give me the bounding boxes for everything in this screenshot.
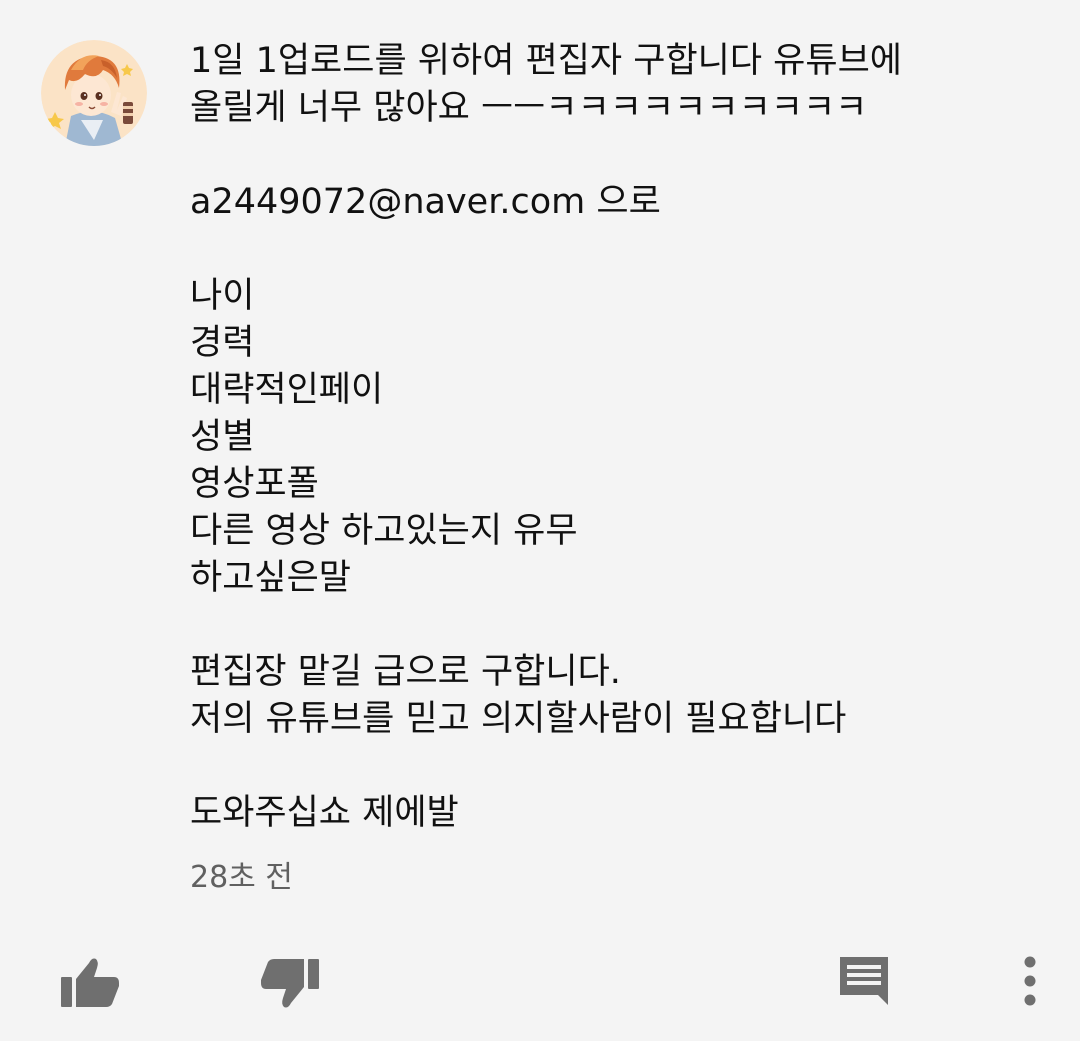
- comment-timestamp: 28초 전: [190, 860, 293, 895]
- comment-line: [190, 602, 1050, 649]
- comment-line: 도와주십쇼 제에발: [190, 793, 459, 833]
- thumb-up-icon: [61, 958, 119, 1007]
- comment-line: 하고싶은말: [190, 558, 352, 598]
- avatar[interactable]: [41, 40, 147, 146]
- more-vertical-icon: [1024, 956, 1036, 1006]
- like-button[interactable]: [52, 948, 128, 1014]
- reply-button[interactable]: [828, 950, 900, 1012]
- comment-line: [190, 226, 1050, 273]
- comment-line: 나이: [190, 276, 255, 316]
- comment-reply-icon: [840, 957, 888, 1005]
- comment-email-line: a2449072@naver.com 으로: [190, 182, 661, 222]
- dislike-button[interactable]: [252, 952, 328, 1018]
- comment-line: [190, 743, 1050, 790]
- comment-line: [190, 132, 1050, 179]
- comment-line: 편집장 맡길 급으로 구합니다.: [190, 652, 621, 692]
- comment-line: 1일 1업로드를 위하여 편집자 구합니다 유튜브에: [190, 41, 902, 81]
- user-avatar-illustration: [41, 40, 147, 146]
- comment-line: 성별: [190, 417, 255, 457]
- comment-line: 올릴게 너무 많아요 ㅡㅡㅋㅋㅋㅋㅋㅋㅋㅋㅋㅋ: [190, 88, 868, 128]
- comment-line: 저의 유튜브를 믿고 의지할사람이 필요합니다: [190, 699, 847, 739]
- comment-line: 경력: [190, 323, 255, 363]
- comment-line: 다른 영상 하고있는지 유무: [190, 511, 578, 551]
- thumb-down-icon: [261, 959, 319, 1008]
- comment-text: 1일 1업로드를 위하여 편집자 구합니다 유튜브에 올릴게 너무 많아요 ㅡㅡ…: [190, 38, 1050, 837]
- more-options-button[interactable]: [1008, 948, 1052, 1014]
- comment-line: 대략적인페이: [190, 370, 384, 410]
- comment-line: 영상포폴: [190, 464, 319, 504]
